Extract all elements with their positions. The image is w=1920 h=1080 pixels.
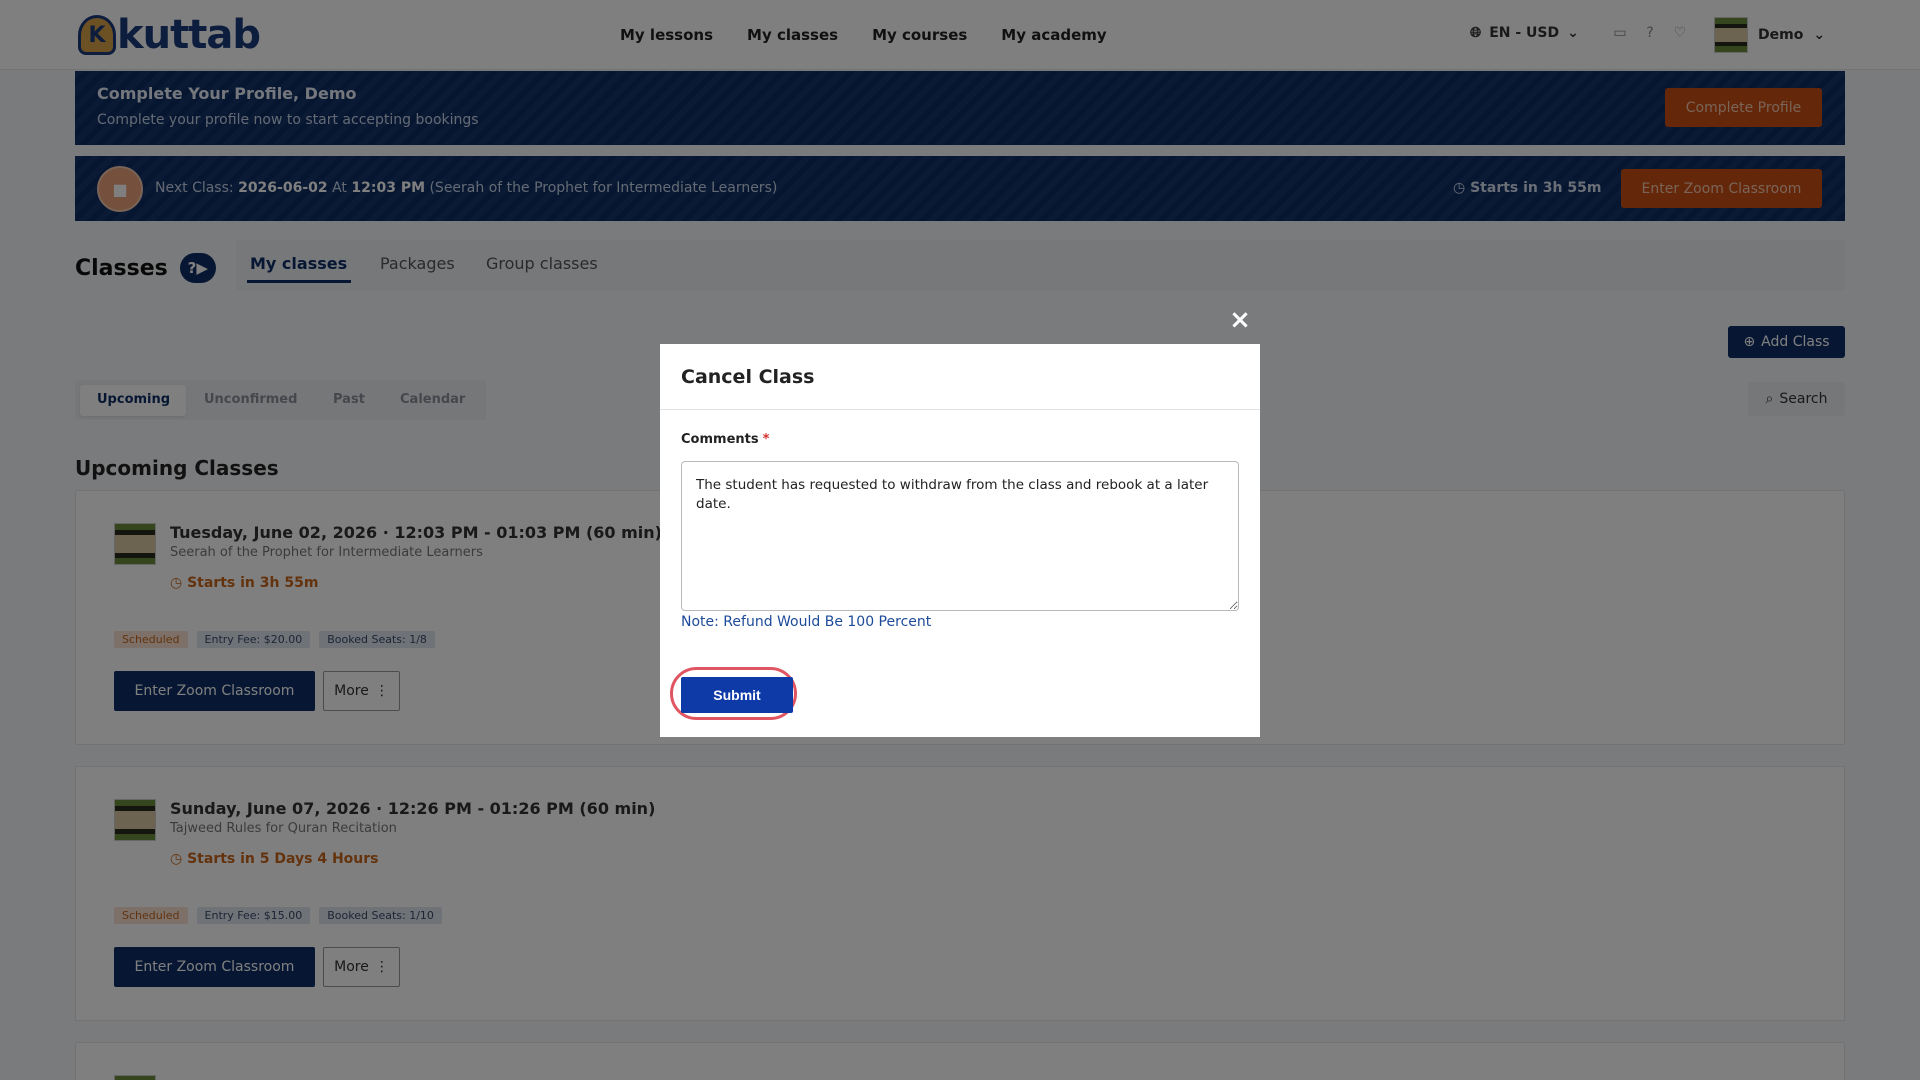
required-marker: * bbox=[762, 432, 770, 447]
refund-note: Note: Refund Would Be 100 Percent bbox=[681, 614, 932, 630]
dialog-title: Cancel Class bbox=[681, 366, 815, 388]
comments-field[interactable]: The student has requested to withdraw fr… bbox=[681, 461, 1239, 611]
comments-label-text: Comments bbox=[681, 432, 759, 447]
cancel-class-dialog: Cancel Class Comments * The student has r… bbox=[660, 344, 1260, 737]
submit-button[interactable]: Submit bbox=[681, 677, 793, 713]
close-icon[interactable]: × bbox=[1228, 307, 1252, 333]
comments-label: Comments * bbox=[681, 432, 769, 447]
dialog-divider bbox=[660, 409, 1260, 410]
